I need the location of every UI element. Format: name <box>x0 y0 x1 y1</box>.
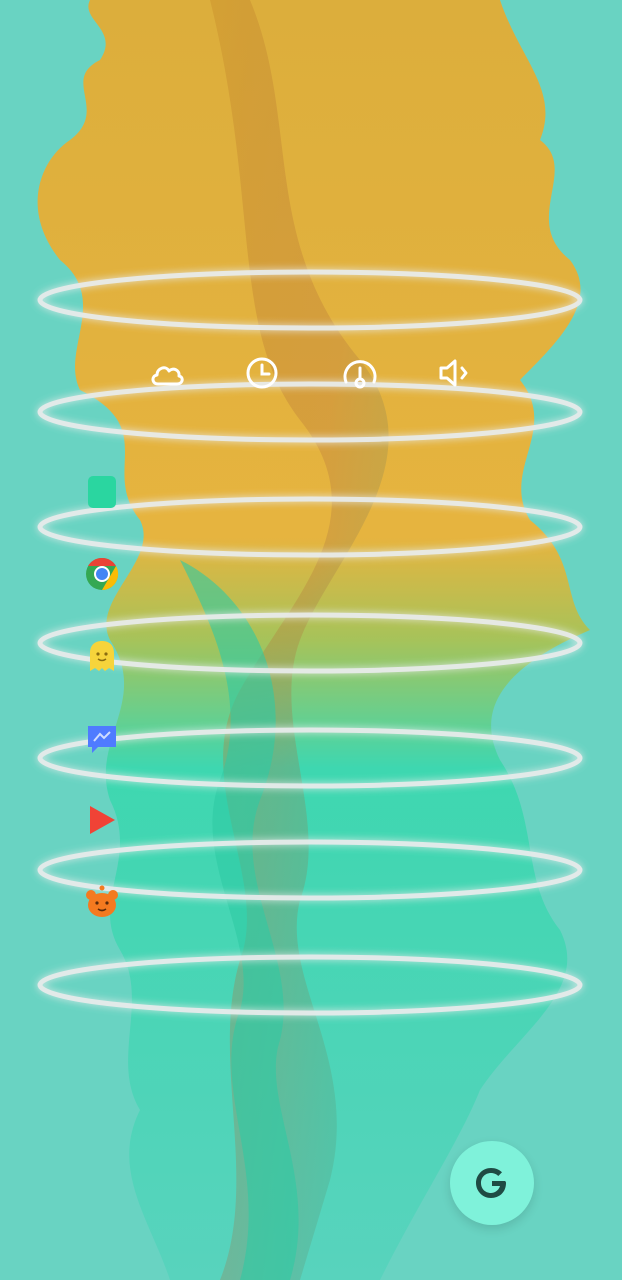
speaker-icon <box>439 359 468 387</box>
app-youtube[interactable] <box>84 802 120 838</box>
app-chrome[interactable] <box>84 556 120 592</box>
app-green-square[interactable] <box>84 474 120 510</box>
ghost-icon <box>90 641 114 671</box>
volume-widget[interactable] <box>432 350 478 396</box>
messenger-icon <box>88 726 116 753</box>
quick-widgets-row <box>140 350 480 396</box>
google-search-button[interactable] <box>450 1141 534 1225</box>
google-icon <box>476 1168 506 1198</box>
chrome-icon <box>86 557 119 591</box>
speedometer-widget[interactable] <box>337 350 383 396</box>
weather-widget[interactable] <box>144 350 190 396</box>
app-messenger[interactable] <box>84 720 120 756</box>
bear-icon <box>86 885 118 917</box>
clock-icon <box>246 357 278 389</box>
speedometer-icon <box>343 360 377 389</box>
app-bear[interactable] <box>84 884 120 920</box>
clock-widget[interactable] <box>239 350 285 396</box>
green-square-icon <box>88 476 116 508</box>
cloud-icon <box>151 366 184 386</box>
app-ghost[interactable] <box>84 638 120 674</box>
play-icon <box>90 806 115 834</box>
